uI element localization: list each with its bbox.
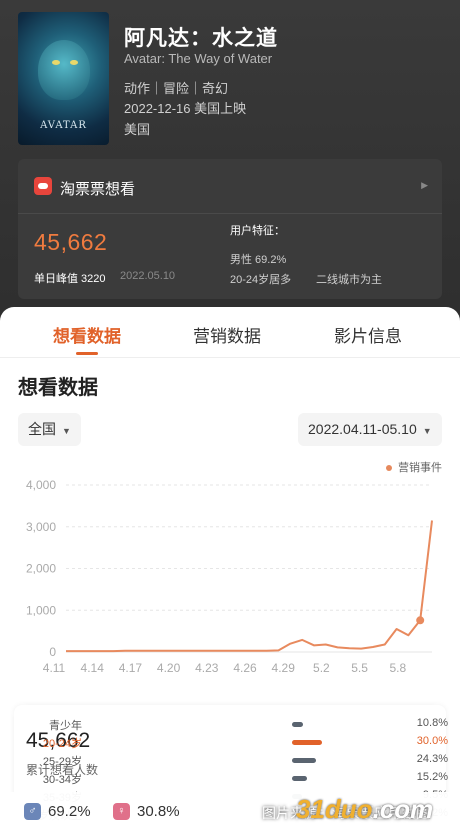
y-tick-label: 2,000 — [26, 562, 56, 576]
movie-poster[interactable]: AVATAR — [18, 12, 109, 145]
series-line — [66, 520, 433, 653]
age-group-name: 30-34岁 — [42, 774, 82, 786]
caret-down-icon: ▼ — [422, 426, 432, 436]
x-tick-label: 4.20 — [157, 661, 181, 675]
user-feature-label: 用户特征： — [230, 225, 285, 237]
active-tab-indicator — [76, 352, 98, 355]
y-tick-label: 0 — [49, 645, 56, 659]
y-tick-label: 4,000 — [26, 478, 56, 492]
male-pct: 69.2% — [48, 803, 91, 820]
tab-film-info[interactable]: 影片信息 — [334, 322, 402, 347]
section-title: 想看数据 — [18, 377, 98, 399]
chevron-right-icon[interactable]: ▶ — [421, 180, 428, 191]
main-city-tier: 二线城市为主 — [316, 274, 382, 286]
y-tick-label: 3,000 — [26, 520, 56, 534]
peak-date: 2022.05.10 — [120, 270, 176, 282]
tab-divider — [0, 357, 460, 358]
movie-title: 阿凡达：水之道 — [124, 27, 278, 50]
chart-legend: 营销事件 — [386, 459, 442, 475]
marketing-event-point — [416, 616, 425, 625]
x-tick-label: 5.2 — [313, 661, 330, 675]
tab-want-data[interactable]: 想看数据 — [53, 322, 121, 347]
peak-value: 单日峰值 3220 — [34, 273, 106, 285]
legend-dot-icon — [386, 465, 392, 472]
female-icon: ♀ — [113, 803, 130, 820]
poster-face — [38, 40, 90, 100]
x-tick-label: 4.26 — [233, 661, 257, 675]
movie-release: 2022-12-16 美国上映 — [124, 101, 247, 116]
age-bar — [292, 758, 317, 763]
age-group-pct: 10.8% — [416, 717, 448, 729]
watermark-brand-suffix: .com — [372, 794, 434, 824]
age-bar-track — [292, 722, 392, 727]
taopiaopiao-logo-icon — [34, 177, 52, 195]
want-to-see-card[interactable]: 淘票票想看 ▶ 45,662 单日峰值 3220 2022.05.10 用户特征… — [18, 159, 442, 299]
x-tick-label: 5.8 — [389, 661, 406, 675]
y-tick-label: 1,000 — [26, 603, 56, 617]
male-ratio: 男性 69.2% — [230, 254, 287, 266]
x-tick-label: 5.5 — [351, 661, 368, 675]
movie-country: 美国 — [124, 122, 151, 137]
want-trend-chart: 0 1,000 2,000 3,000 4,000 4.11 4.14 4.17 4.20 4.2… — [26, 478, 433, 675]
age-group-pct: 30.0% — [416, 735, 448, 747]
watermark-brand-main: 31duo — [296, 794, 373, 824]
age-bar-track — [292, 740, 392, 745]
age-bar-track — [292, 776, 392, 781]
want-count: 45,662 — [34, 229, 108, 255]
region-value: 全国 — [28, 421, 56, 437]
age-bar — [292, 776, 308, 781]
x-tick-label: 4.14 — [81, 661, 105, 675]
age-group-pct: 15.2% — [416, 771, 448, 783]
movie-header: AVATAR 阿凡达：水之道 Avatar: The Way of Water … — [0, 0, 460, 330]
age-bar — [292, 722, 303, 727]
region-select[interactable]: 全国 ▼ — [18, 413, 81, 446]
x-tick-label: 4.11 — [43, 661, 66, 675]
age-group-pct: 24.3% — [416, 753, 448, 765]
age-bar-track — [292, 758, 392, 763]
age-bar — [292, 740, 322, 745]
x-tick-label: 4.23 — [195, 661, 219, 675]
x-tick-label: 4.17 — [119, 661, 143, 675]
caret-down-icon: ▼ — [62, 426, 71, 436]
female-pct: 30.8% — [137, 803, 180, 820]
poster-title: AVATAR — [40, 120, 87, 131]
poster-eye — [52, 60, 60, 65]
age-group-name: 20-24岁 — [42, 738, 82, 750]
movie-english-title: Avatar: The Way of Water — [124, 51, 273, 66]
age-group-name: 25-29岁 — [42, 756, 82, 768]
age-group-name: 青少年 — [49, 720, 82, 732]
movie-genres: 动作｜冒险｜奇幻 — [124, 81, 229, 96]
male-icon: ♂ — [24, 803, 41, 820]
legend-label: 营销事件 — [398, 462, 442, 474]
watermark-brand: 31duo.com — [296, 794, 433, 825]
poster-eye — [70, 60, 78, 65]
date-range-value: 2022.04.11-05.10 — [308, 421, 417, 437]
data-sheet: 想看数据 营销数据 影片信息 想看数据 全国 ▼ 2022.04.11-05.10… — [0, 307, 460, 835]
tab-marketing-data[interactable]: 营销数据 — [193, 322, 261, 347]
card-title: 淘票票想看 — [60, 181, 136, 198]
date-range-select[interactable]: 2022.04.11-05.10 ▼ — [298, 413, 442, 446]
main-age-group: 20-24岁居多 — [230, 274, 292, 286]
card-header[interactable]: 淘票票想看 ▶ — [18, 159, 442, 214]
x-tick-label: 4.29 — [272, 661, 296, 675]
